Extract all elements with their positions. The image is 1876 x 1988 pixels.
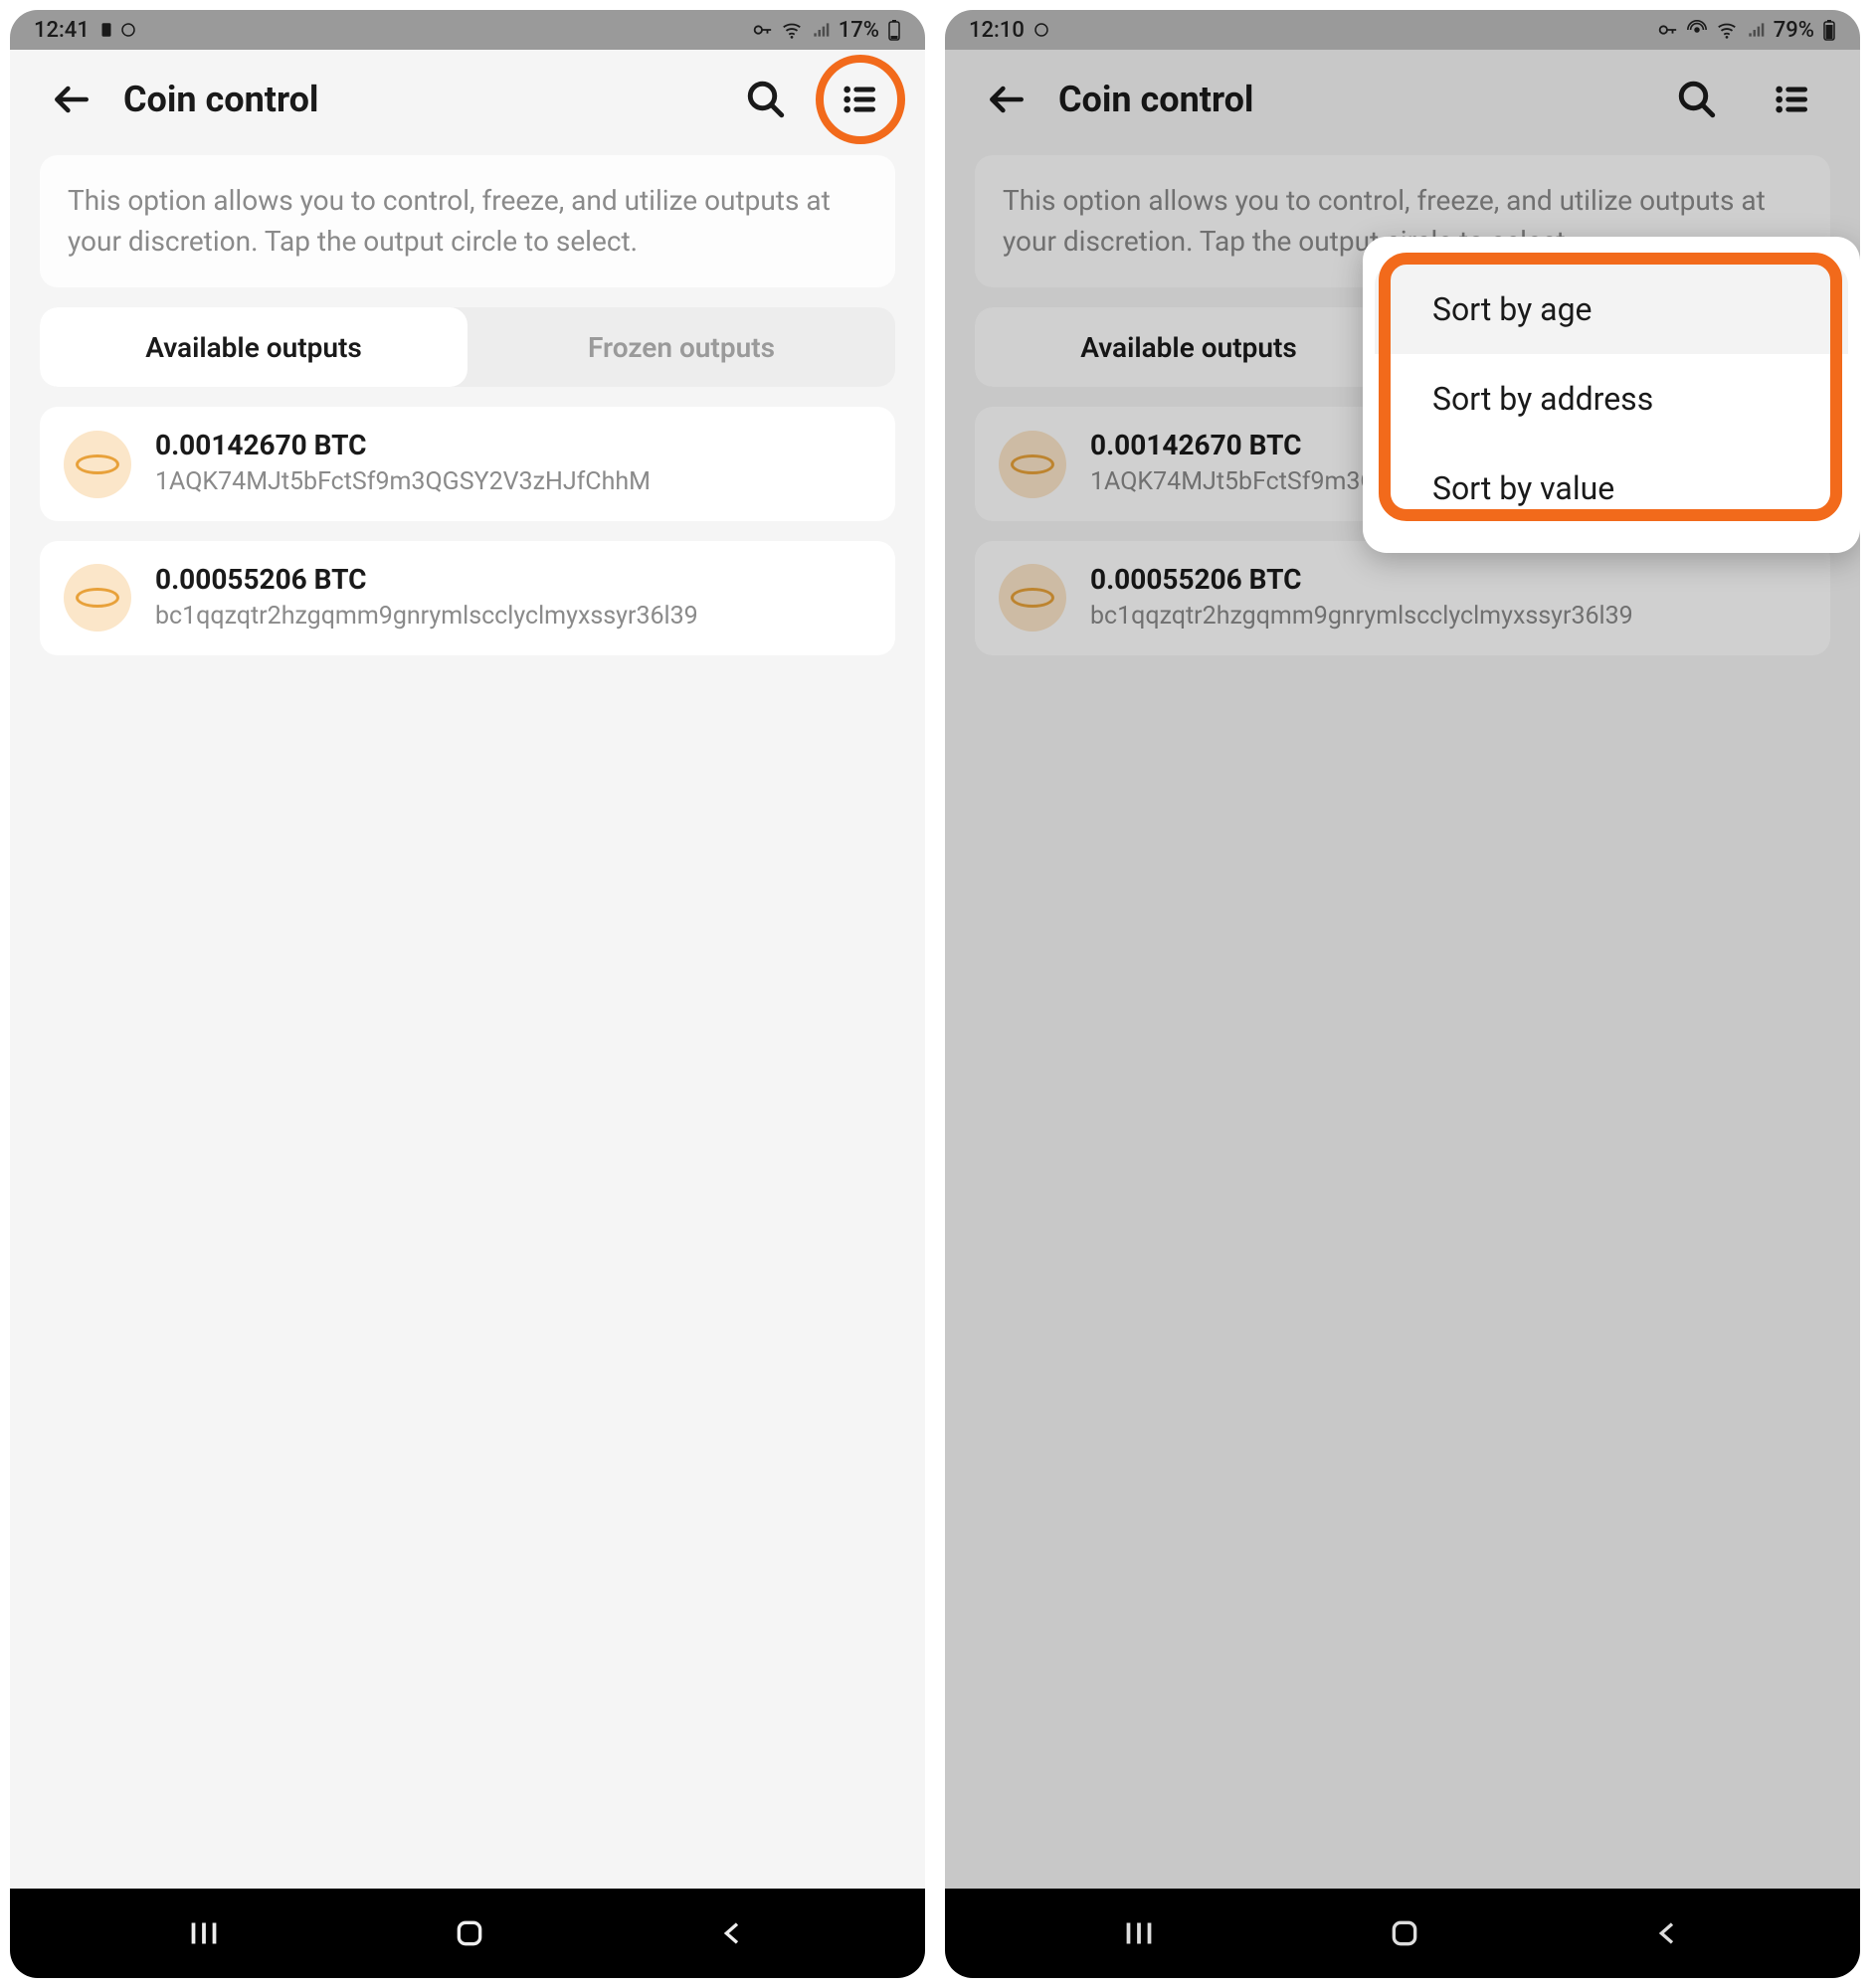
battery-icon: [1822, 19, 1836, 41]
search-button[interactable]: [740, 74, 792, 125]
home-icon: [454, 1917, 485, 1949]
utxo-amount: 0.00055206 BTC: [155, 563, 871, 596]
recents-icon: [186, 1915, 222, 1951]
info-text: This option allows you to control, freez…: [40, 155, 895, 287]
battery-text: 17%: [839, 18, 879, 43]
circle-icon: [119, 21, 137, 39]
circle-icon: [1032, 21, 1050, 39]
sort-by-value[interactable]: Sort by value: [1363, 444, 1860, 533]
vpn-key-icon: [751, 19, 773, 41]
wifi-icon: [1716, 19, 1738, 41]
status-time: 12:10: [969, 18, 1025, 43]
utxo-address: bc1qqzqtr2hzgqmm9gnrymlscclyclmyxssyr36l…: [155, 600, 871, 633]
list-icon: [841, 80, 880, 119]
status-left-icons: [1032, 21, 1050, 39]
back-nav-button[interactable]: [717, 1917, 749, 1949]
battery-text: 79%: [1774, 18, 1814, 43]
hotspot-icon: [1686, 19, 1708, 41]
status-time: 12:41: [34, 18, 90, 43]
recents-button[interactable]: [186, 1915, 222, 1951]
signal-icon: [811, 20, 831, 40]
vpn-key-icon: [1656, 19, 1678, 41]
utxo-address: 1AQK74MJt5bFctSf9m3QGSY2V3zHJfChhM: [155, 465, 871, 499]
coin-select-circle[interactable]: [64, 431, 131, 498]
back-button[interactable]: [50, 78, 94, 121]
utxo-amount: 0.00142670 BTC: [155, 429, 871, 461]
battery-icon: [887, 19, 901, 41]
android-nav-bar: [10, 1889, 925, 1978]
status-left-icons: [97, 21, 137, 39]
app-bar: Coin control: [10, 50, 925, 149]
sim-icon: [97, 21, 115, 39]
signal-icon: [1746, 20, 1766, 40]
sort-popup-menu: Sort by age Sort by address Sort by valu…: [1363, 237, 1860, 553]
tab-available-outputs[interactable]: Available outputs: [40, 307, 468, 387]
wifi-icon: [781, 19, 803, 41]
coin-select-circle[interactable]: [64, 564, 131, 632]
output-tabs: Available outputs Frozen outputs: [40, 307, 895, 387]
sort-menu-button[interactable]: [835, 74, 886, 125]
coin-icon: [76, 588, 119, 608]
home-button[interactable]: [454, 1917, 485, 1949]
highlight-ring: [816, 55, 905, 144]
utxo-row[interactable]: 0.00142670 BTC 1AQK74MJt5bFctSf9m3QGSY2V…: [40, 407, 895, 521]
status-bar: 12:10 79%: [945, 10, 1860, 50]
coin-icon: [76, 454, 119, 474]
chevron-left-icon: [717, 1917, 749, 1949]
tab-frozen-outputs[interactable]: Frozen outputs: [468, 307, 895, 387]
utxo-row[interactable]: 0.00055206 BTC bc1qqzqtr2hzgqmm9gnrymlsc…: [40, 541, 895, 655]
sort-by-age[interactable]: Sort by age: [1375, 265, 1848, 354]
search-icon: [745, 79, 787, 120]
page-title: Coin control: [123, 79, 716, 120]
arrow-left-icon: [50, 78, 94, 121]
status-bar: 12:41 17%: [10, 10, 925, 50]
sort-by-address[interactable]: Sort by address: [1363, 354, 1860, 444]
